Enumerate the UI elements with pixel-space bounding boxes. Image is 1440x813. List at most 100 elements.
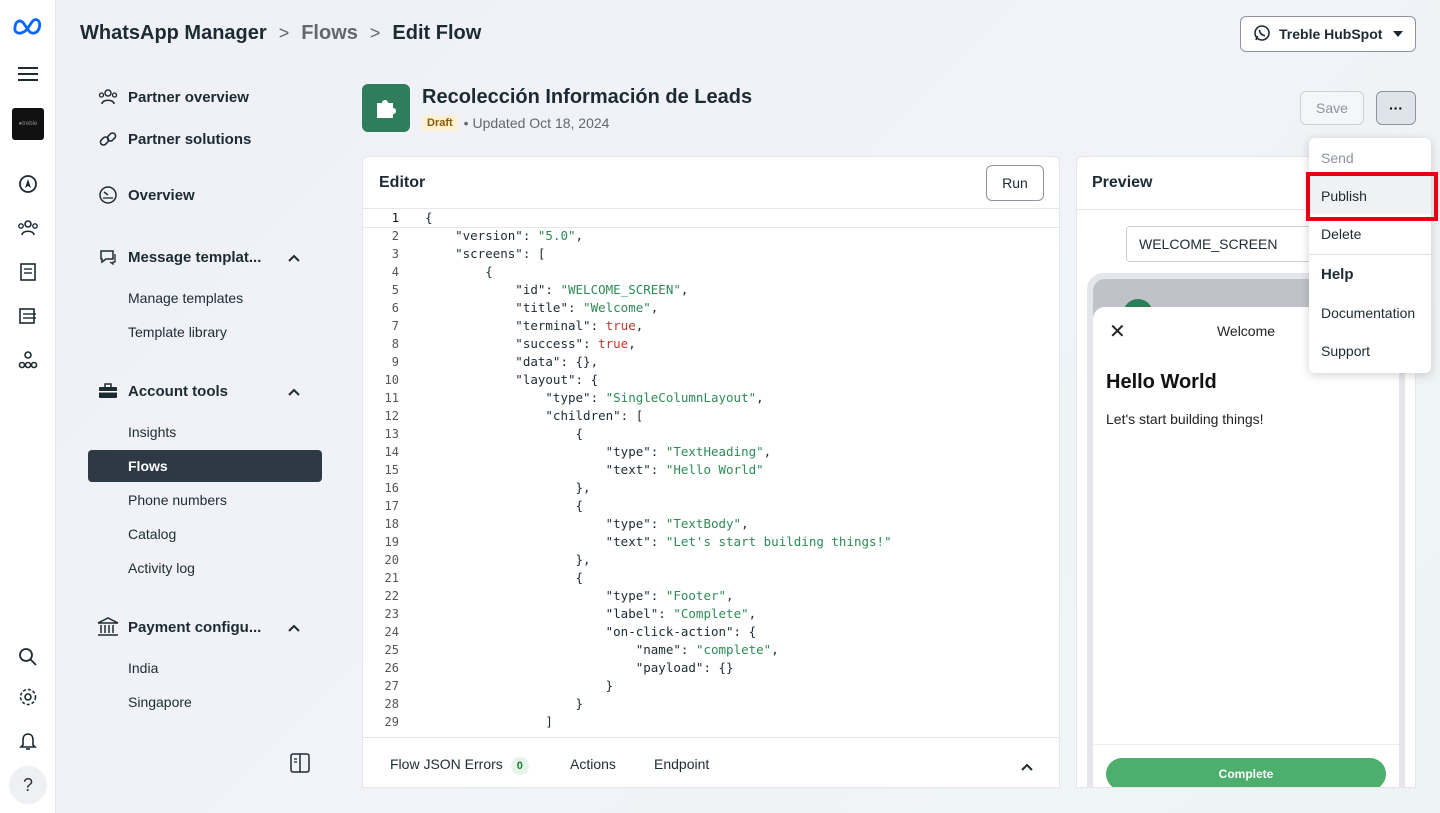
run-button[interactable]: Run [986,165,1044,201]
sidebar-item-template-library[interactable]: Template library [128,324,227,340]
line-number: 28 [384,697,399,711]
more-options-button[interactable]: ··· [1376,91,1416,125]
sidebar-item-india[interactable]: India [128,660,158,676]
sidebar-item-flows[interactable]: Flows [88,450,322,482]
network-icon[interactable] [14,346,42,374]
menu-item-support[interactable]: Support [1321,343,1370,359]
code-text: "label": "Complete", [425,606,757,621]
code-line[interactable]: 21 { [363,569,1059,587]
editor-header: Editor Run [363,157,1059,209]
menu-item-send[interactable]: Send [1321,150,1354,166]
menu-section-help: Help [1321,266,1354,283]
sidebar-item-catalog[interactable]: Catalog [128,526,176,542]
help-icon[interactable]: ? [9,766,47,804]
code-line[interactable]: 17 { [363,497,1059,515]
sidebar-item-activity-log[interactable]: Activity log [128,560,195,576]
code-text: "screens": [ [425,246,546,261]
chat-bubble-icon [97,246,119,268]
sidebar-item-partner-solutions[interactable]: Partner solutions [88,128,251,150]
line-number: 21 [384,571,399,585]
code-line[interactable]: 28 } [363,695,1059,713]
tab-actions[interactable]: Actions [570,756,616,772]
gear-icon[interactable] [14,683,42,711]
gauge-icon [97,184,119,206]
caret-down-icon [1393,31,1403,37]
complete-button[interactable]: Complete [1106,758,1386,787]
code-line[interactable]: 4 { [363,263,1059,281]
code-line[interactable]: 19 "text": "Let's start building things!… [363,533,1059,551]
code-line[interactable]: 8 "success": true, [363,335,1059,353]
compass-icon[interactable] [14,170,42,198]
code-line[interactable]: 15 "text": "Hello World" [363,461,1059,479]
code-line[interactable]: 11 "type": "SingleColumnLayout", [363,389,1059,407]
code-line[interactable]: 16 }, [363,479,1059,497]
line-number: 18 [384,517,399,531]
tab-flow-json-errors[interactable]: Flow JSON Errors 0 [390,756,529,775]
code-text: "children": [ [425,408,644,423]
code-line[interactable]: 2 "version": "5.0", [363,227,1059,245]
toolbox-icon [97,380,119,402]
business-avatar[interactable]: ●treble [12,108,44,140]
code-line[interactable]: 25 "name": "complete", [363,641,1059,659]
line-number: 8 [391,337,399,351]
sidebar-item-phone-numbers[interactable]: Phone numbers [128,492,227,508]
account-selector[interactable]: Treble HubSpot [1240,16,1416,52]
sidebar-item-singapore[interactable]: Singapore [128,694,192,710]
sidebar-item-partner-overview[interactable]: Partner overview [88,86,249,108]
tab-endpoint[interactable]: Endpoint [654,756,709,772]
link-icon [97,128,119,150]
status-badge: Draft [422,115,458,131]
code-line[interactable]: 24 "on-click-action": { [363,623,1059,641]
sidebar-item-overview[interactable]: Overview [88,184,195,206]
code-line[interactable]: 27 } [363,677,1059,695]
code-line[interactable]: 1{ [363,209,1059,228]
sidebar-item-insights[interactable]: Insights [128,424,176,440]
breadcrumb-flows[interactable]: Flows [301,22,358,45]
code-line[interactable]: 22 "type": "Footer", [363,587,1059,605]
code-text: "id": "WELCOME_SCREEN", [425,282,689,297]
code-line[interactable]: 23 "label": "Complete", [363,605,1059,623]
save-button[interactable]: Save [1300,91,1364,125]
flow-meta: Draft • Updated Oct 18, 2024 [422,115,609,131]
people-icon[interactable] [14,214,42,242]
code-text: ] [425,714,553,729]
code-line[interactable]: 6 "title": "Welcome", [363,299,1059,317]
code-line[interactable]: 10 "layout": { [363,371,1059,389]
search-icon[interactable] [14,643,42,671]
code-line[interactable]: 9 "data": {}, [363,353,1059,371]
code-text: } [425,678,614,693]
code-line[interactable]: 29 ] [363,713,1059,731]
screen-select[interactable]: WELCOME_SCREEN [1126,226,1326,262]
sidebar-item-account-tools[interactable]: Account tools [88,380,300,402]
code-line[interactable]: 14 "type": "TextHeading", [363,443,1059,461]
menu-item-delete[interactable]: Delete [1321,226,1361,242]
meta-logo-icon[interactable] [12,12,44,40]
code-text: { [425,498,584,513]
line-number: 6 [391,301,399,315]
catalog-icon[interactable] [14,258,42,286]
sidebar-item-payment-configuration[interactable]: Payment configu... [88,616,300,638]
code-line[interactable]: 12 "children": [ [363,407,1059,425]
bell-icon[interactable] [14,727,42,755]
code-line[interactable]: 13 { [363,425,1059,443]
code-line[interactable]: 18 "type": "TextBody", [363,515,1059,533]
menu-icon[interactable] [14,60,42,88]
code-text: "on-click-action": { [425,624,757,639]
code-line[interactable]: 20 }, [363,551,1059,569]
code-line[interactable]: 3 "screens": [ [363,245,1059,263]
code-line[interactable]: 26 "payload": {} [363,659,1059,677]
code-line[interactable]: 5 "id": "WELCOME_SCREEN", [363,281,1059,299]
line-number: 14 [384,445,399,459]
list-icon[interactable] [14,302,42,330]
collapse-sidebar-icon[interactable] [290,753,310,778]
chevron-up-icon[interactable] [1021,758,1033,774]
sidebar-item-manage-templates[interactable]: Manage templates [128,290,243,306]
code-line[interactable]: 7 "terminal": true, [363,317,1059,335]
code-text: "layout": { [425,372,599,387]
whatsapp-icon [1253,24,1271,45]
code-editor[interactable]: 1{2 "version": "5.0", 3 "screens": [4 {5 … [363,209,1059,737]
chevron-up-icon [288,249,300,266]
breadcrumb-whatsapp-manager[interactable]: WhatsApp Manager [80,22,267,45]
sidebar-item-message-templates[interactable]: Message templat... [88,246,300,268]
menu-item-documentation[interactable]: Documentation [1321,305,1415,321]
